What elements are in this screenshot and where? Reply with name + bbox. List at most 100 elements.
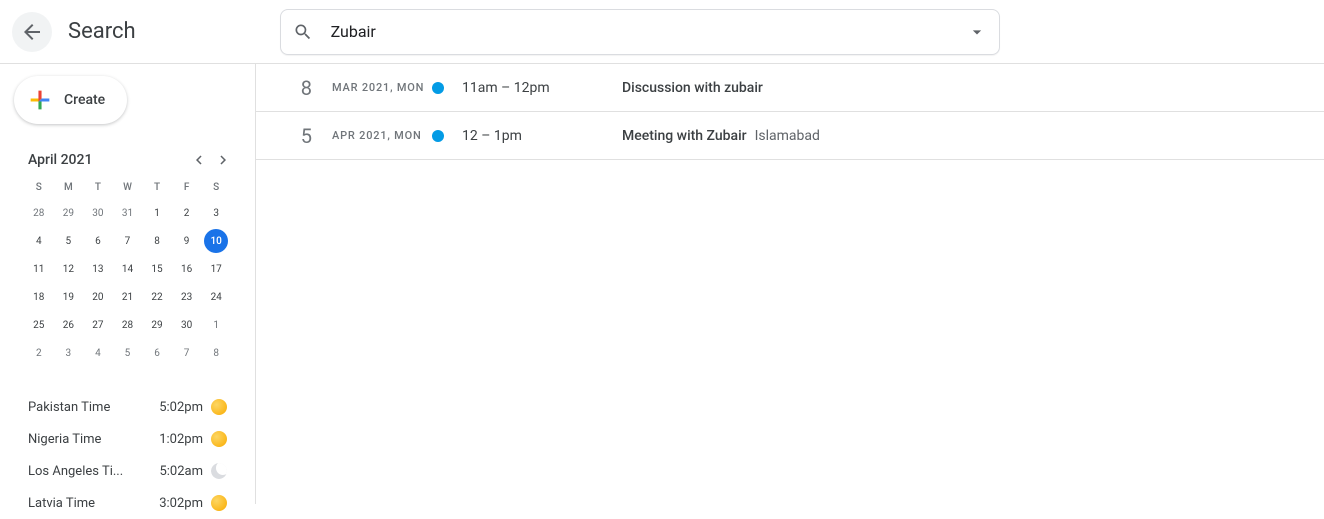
- sun-icon: [211, 495, 227, 511]
- result-day: 8: [276, 76, 312, 100]
- calendar-day[interactable]: 19: [56, 285, 80, 309]
- result-title: Meeting with Zubair: [622, 128, 747, 144]
- sidebar: Create April 2021 SMTWTFS 28293031123456…: [0, 64, 256, 504]
- result-title-wrap: Discussion with zubair: [622, 80, 763, 96]
- create-label: Create: [64, 92, 105, 108]
- world-clock-row[interactable]: Latvia Time3:02pm: [28, 487, 227, 519]
- calendar-day[interactable]: 29: [145, 313, 169, 337]
- calendar-day[interactable]: 8: [204, 341, 228, 365]
- calendar-day[interactable]: 5: [115, 341, 139, 365]
- calendar-day[interactable]: 1: [204, 313, 228, 337]
- calendar-day[interactable]: 18: [27, 285, 51, 309]
- calendar-day[interactable]: 7: [115, 229, 139, 253]
- event-color-dot: [432, 82, 444, 94]
- world-clock-row[interactable]: Pakistan Time5:02pm: [28, 391, 227, 423]
- calendar-day[interactable]: 24: [204, 285, 228, 309]
- calendar-day[interactable]: 22: [145, 285, 169, 309]
- calendar-day[interactable]: 2: [175, 201, 199, 225]
- calendar-day[interactable]: 2: [27, 341, 51, 365]
- calendar-day[interactable]: 29: [56, 201, 80, 225]
- arrow-left-icon: [20, 20, 44, 44]
- calendar-day[interactable]: 30: [86, 201, 110, 225]
- search-results: 8MAR 2021, MON 11am – 12pmDiscussion with…: [256, 64, 1324, 504]
- calendar-day[interactable]: 6: [145, 341, 169, 365]
- sun-icon: [211, 431, 227, 447]
- back-button[interactable]: [12, 12, 52, 52]
- clock-time: 3:02pm: [159, 496, 203, 511]
- dow-header: T: [83, 178, 113, 199]
- moon-icon: [211, 463, 227, 479]
- calendar-day[interactable]: 16: [175, 257, 199, 281]
- dow-header: W: [113, 178, 143, 199]
- calendar-day[interactable]: 27: [86, 313, 110, 337]
- event-color-dot: [432, 130, 444, 142]
- search-result-row[interactable]: 8MAR 2021, MON 11am – 12pmDiscussion with…: [256, 64, 1324, 112]
- clock-label: Latvia Time: [28, 496, 159, 511]
- calendar-day[interactable]: 31: [115, 201, 139, 225]
- result-time: 11am – 12pm: [462, 80, 622, 96]
- calendar-day[interactable]: 9: [175, 229, 199, 253]
- calendar-day[interactable]: 3: [204, 201, 228, 225]
- clock-label: Pakistan Time: [28, 400, 159, 415]
- search-input[interactable]: [331, 22, 967, 41]
- main: Create April 2021 SMTWTFS 28293031123456…: [0, 64, 1324, 504]
- result-date: APR 2021, MON: [312, 129, 432, 142]
- calendar-day[interactable]: 20: [86, 285, 110, 309]
- calendar-day[interactable]: 28: [27, 201, 51, 225]
- result-date: MAR 2021, MON: [312, 81, 432, 94]
- calendar-day[interactable]: 4: [86, 341, 110, 365]
- calendar-day[interactable]: 21: [115, 285, 139, 309]
- world-clock-row[interactable]: Nigeria Time1:02pm: [28, 423, 227, 455]
- calendar-day[interactable]: 15: [145, 257, 169, 281]
- calendar-day[interactable]: 6: [86, 229, 110, 253]
- calendar-day[interactable]: 23: [175, 285, 199, 309]
- search-result-row[interactable]: 5APR 2021, MON 12 – 1pmMeeting with Zubai…: [256, 112, 1324, 160]
- calendar-day[interactable]: 4: [27, 229, 51, 253]
- calendar-day[interactable]: 14: [115, 257, 139, 281]
- calendar-day[interactable]: 26: [56, 313, 80, 337]
- calendar-day[interactable]: 12: [56, 257, 80, 281]
- dow-header: S: [24, 178, 54, 199]
- sun-icon: [211, 399, 227, 415]
- clock-label: Los Angeles Ti...: [28, 464, 159, 479]
- clock-time: 5:02am: [159, 464, 203, 479]
- calendar-day[interactable]: 28: [115, 313, 139, 337]
- calendar-day[interactable]: 11: [27, 257, 51, 281]
- clock-label: Nigeria Time: [28, 432, 159, 447]
- calendar-day[interactable]: 25: [27, 313, 51, 337]
- result-time: 12 – 1pm: [462, 128, 622, 144]
- search-box[interactable]: [280, 9, 1000, 55]
- result-day: 5: [276, 124, 312, 148]
- dow-header: T: [142, 178, 172, 199]
- calendar-day[interactable]: 17: [204, 257, 228, 281]
- world-clocks: Pakistan Time5:02pmNigeria Time1:02pmLos…: [12, 391, 243, 519]
- calendar-day[interactable]: 7: [175, 341, 199, 365]
- calendar-day[interactable]: 5: [56, 229, 80, 253]
- clock-time: 5:02pm: [159, 400, 203, 415]
- calendar-day[interactable]: 10: [204, 229, 228, 253]
- chevron-right-icon: [214, 151, 232, 169]
- search-icon: [293, 22, 313, 42]
- result-title: Discussion with zubair: [622, 80, 763, 96]
- calendar-day[interactable]: 8: [145, 229, 169, 253]
- plus-icon: [26, 86, 54, 114]
- calendar-day[interactable]: 3: [56, 341, 80, 365]
- create-button[interactable]: Create: [14, 76, 127, 124]
- dow-header: M: [54, 178, 84, 199]
- world-clock-row[interactable]: Los Angeles Ti...5:02am: [28, 455, 227, 487]
- chevron-left-icon: [190, 151, 208, 169]
- calendar-day[interactable]: 30: [175, 313, 199, 337]
- dow-header: F: [172, 178, 202, 199]
- result-location: Islamabad: [755, 128, 820, 144]
- mini-calendar-title: April 2021: [28, 152, 187, 168]
- search-options-dropdown[interactable]: [967, 22, 987, 42]
- calendar-day[interactable]: 1: [145, 201, 169, 225]
- page-title: Search: [68, 19, 136, 44]
- next-month-button[interactable]: [211, 148, 235, 172]
- dow-header: S: [201, 178, 231, 199]
- caret-down-icon: [967, 22, 987, 42]
- header: Search: [0, 0, 1324, 64]
- calendar-day[interactable]: 13: [86, 257, 110, 281]
- prev-month-button[interactable]: [187, 148, 211, 172]
- mini-calendar: SMTWTFS 28293031123456789101112131415161…: [12, 178, 243, 367]
